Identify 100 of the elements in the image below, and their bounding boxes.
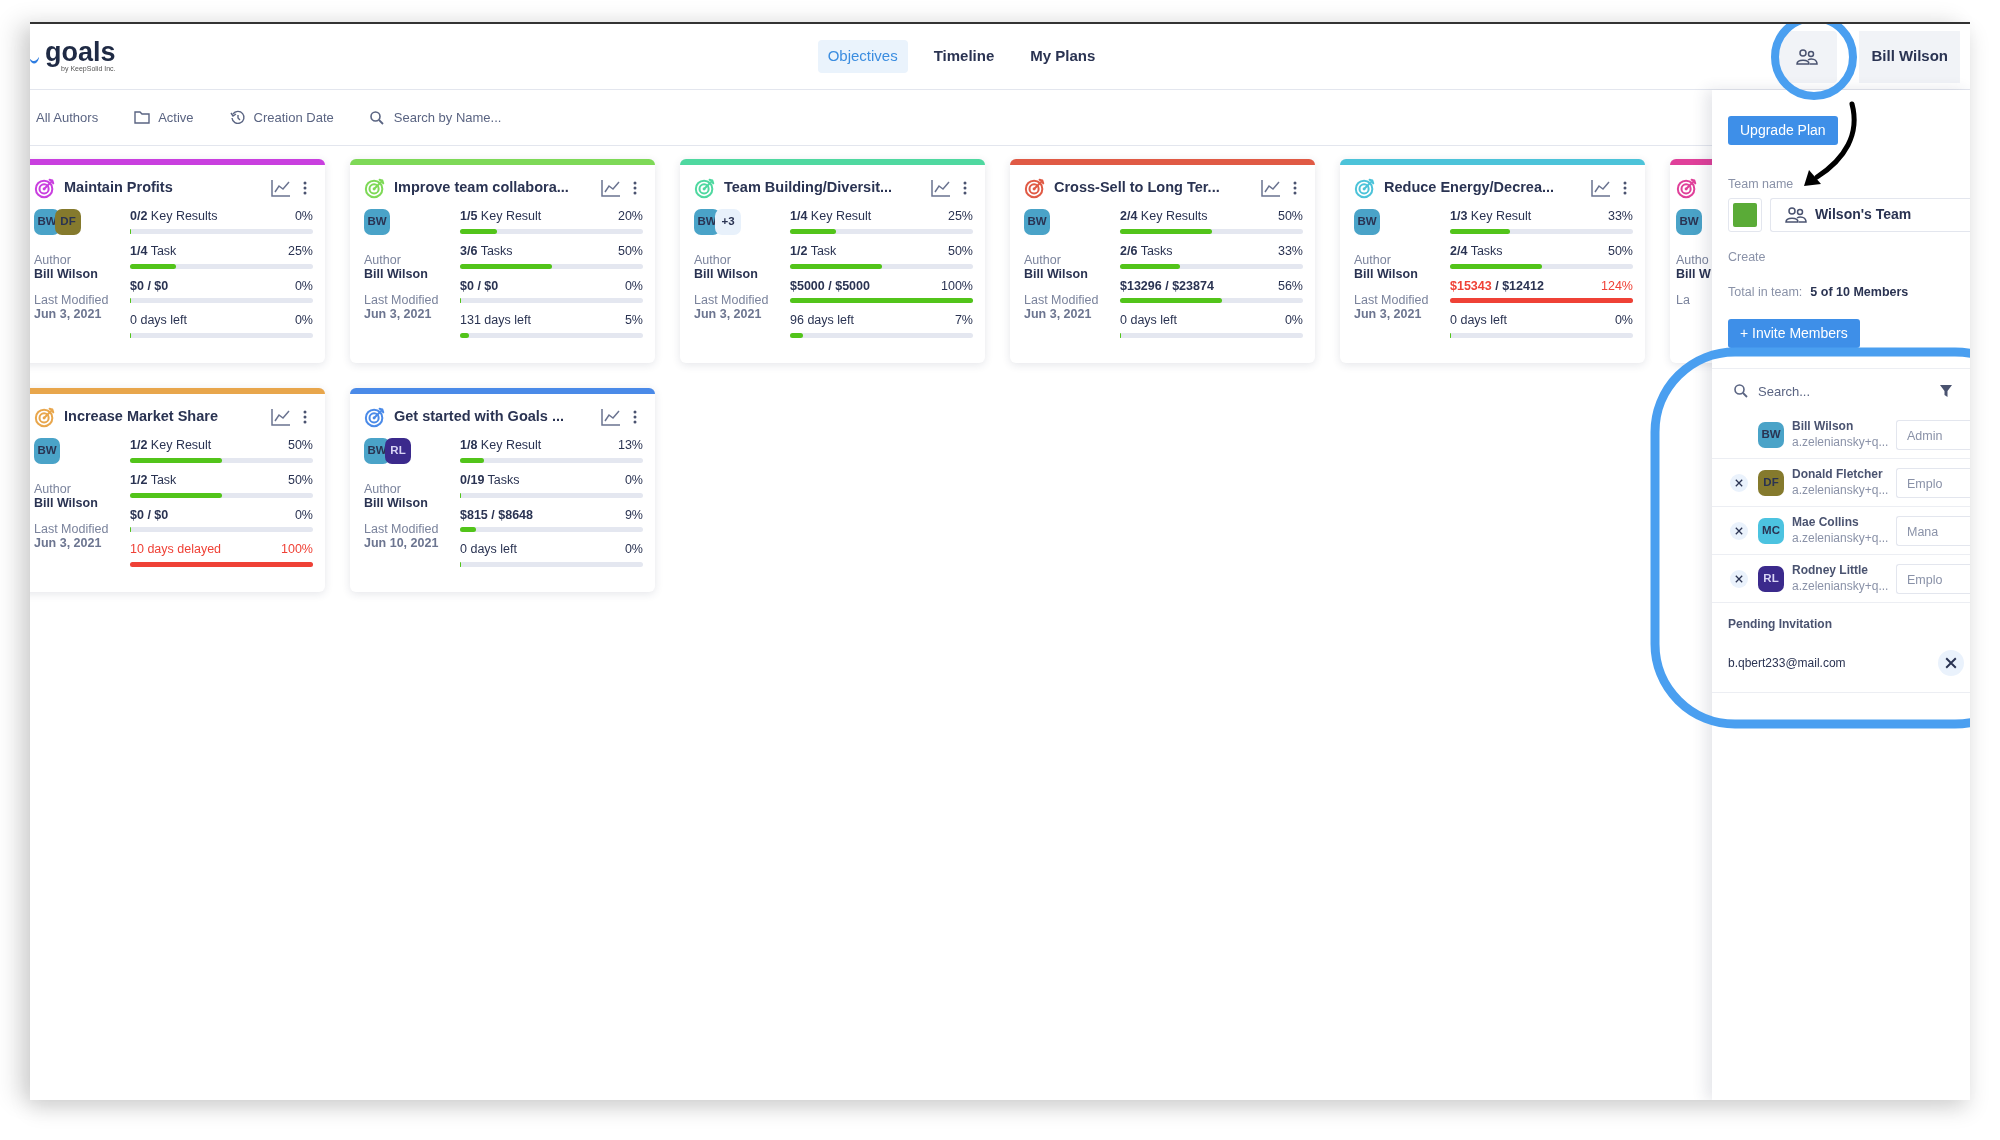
author-name: Bill Wilson (364, 496, 428, 511)
author-label: Author (1354, 253, 1391, 268)
metric-label: 0/2 Key Results (130, 208, 218, 225)
target-icon (694, 177, 716, 199)
chart-icon[interactable] (601, 179, 621, 197)
more-icon[interactable] (633, 181, 637, 195)
author-label: Author (364, 253, 401, 268)
remove-button[interactable] (1730, 569, 1748, 588)
filter-icon[interactable] (1940, 385, 1952, 398)
total-label: Total in team: (1728, 283, 1803, 301)
search-icon (1734, 384, 1748, 399)
chart-icon[interactable] (931, 179, 951, 197)
filter-option[interactable]: Active (158, 107, 194, 128)
target-icon (364, 406, 386, 428)
remove-button[interactable] (1730, 473, 1748, 492)
close-icon (1735, 574, 1743, 583)
remove-button[interactable] (1730, 521, 1748, 540)
close-icon (1945, 656, 1957, 669)
metric-percent: 33% (1277, 242, 1303, 260)
metric-label: 0/19 Tasks (460, 471, 520, 489)
member-count: 5 of 10 Members (1810, 283, 1909, 301)
more-icon[interactable] (303, 410, 307, 424)
author-name: Bill Wilson (694, 267, 758, 282)
metric-label: $15343 / $12412 (1450, 277, 1544, 295)
member-email: a.zeleniansky+q... (1792, 577, 1889, 595)
modified-date: Jun 3, 2021 (364, 307, 432, 322)
author-name: Bill Wilson (1354, 267, 1418, 282)
modified-label: La (1676, 292, 1690, 308)
modified-label: Last Modified (694, 292, 769, 308)
modified-date: Jun 3, 2021 (34, 536, 102, 551)
objective-title[interactable]: Increase Market Share (64, 406, 267, 428)
objective-title[interactable]: Improve team collabora... (394, 177, 597, 199)
metric-label: 1/5 Key Result (460, 208, 542, 225)
author-name: Bill W (1676, 267, 1711, 282)
chart-icon[interactable] (601, 408, 621, 426)
metric-percent: 0% (294, 277, 313, 295)
more-icon[interactable] (963, 181, 967, 195)
chart-icon[interactable] (271, 408, 291, 426)
objective-title[interactable]: Get started with Goals ... (394, 406, 597, 428)
metric-percent: 0% (624, 277, 643, 295)
metric-percent: 7% (954, 312, 973, 330)
modified-label: Last Modified (34, 521, 109, 537)
metric-percent: 13% (617, 437, 643, 454)
modified-label: Last Modified (1024, 292, 1099, 308)
more-icon[interactable] (1623, 181, 1627, 195)
avatar: BW (1354, 209, 1380, 235)
metric-percent: 0% (294, 208, 313, 225)
section-heading: Pending Invitation (1728, 616, 1833, 634)
metric-percent: 50% (1277, 208, 1303, 225)
team-button[interactable] (1777, 30, 1838, 83)
remove-button[interactable] (1938, 649, 1964, 676)
target-icon (1354, 177, 1376, 199)
member-name: Bill Wilson (1792, 418, 1854, 433)
nav-tab[interactable]: Timeline (923, 40, 1005, 73)
metric-percent: 25% (287, 242, 313, 260)
metric-label: 1/8 Key Result (460, 437, 542, 454)
filter-option[interactable]: All Authors (36, 107, 99, 128)
close-icon (1735, 526, 1743, 535)
team-name-field[interactable]: Wilson's Team (1770, 197, 1970, 232)
chart-icon[interactable] (1261, 179, 1281, 197)
folder-icon (134, 111, 151, 124)
metric-percent: 100% (281, 541, 313, 559)
modified-label: Last Modified (34, 292, 109, 308)
user-name[interactable]: Bill Wilson (1859, 30, 1960, 83)
more-icon[interactable] (303, 181, 307, 195)
author-label: Author (364, 482, 401, 497)
logo: goals (45, 38, 116, 66)
objective-title[interactable]: Team Building/Diversit... (724, 177, 927, 199)
metric-percent: 50% (287, 437, 313, 454)
more-icon[interactable] (1293, 181, 1297, 195)
logo-mark-icon (30, 57, 39, 66)
metric-label: 2/4 Tasks (1450, 242, 1503, 260)
metric-label: 0 days left (1120, 312, 1177, 330)
objective-title[interactable]: Reduce Energy/Decrea... (1384, 177, 1587, 199)
avatar: MC (1758, 517, 1784, 544)
filter-option[interactable]: Creation Date (253, 107, 334, 128)
objective-title[interactable]: Cross-Sell to Long Ter... (1054, 177, 1257, 199)
metric-label: 96 days left (790, 312, 854, 330)
author-label: Author (694, 253, 731, 268)
metric-label: $5000 / $5000 (790, 277, 870, 295)
metric-percent: 50% (287, 471, 313, 489)
metric-percent: 100% (941, 277, 973, 295)
metric-percent: 56% (1277, 277, 1303, 295)
color-swatch[interactable] (1728, 197, 1762, 232)
modified-date: Jun 3, 2021 (34, 307, 102, 322)
target-icon (364, 177, 386, 199)
metric-percent: 50% (1607, 242, 1633, 260)
objective-title[interactable]: Maintain Profits (64, 177, 267, 199)
chart-icon[interactable] (1591, 179, 1611, 197)
nav-tab[interactable]: My Plans (1020, 40, 1106, 73)
metric-percent: 50% (947, 242, 973, 260)
modified-date: Jun 3, 2021 (1024, 307, 1092, 322)
metric-label: 10 days delayed (130, 541, 222, 559)
metric-label: $815 / $8648 (460, 506, 533, 524)
member-name: Mae Collins (1792, 514, 1859, 529)
modified-date: Jun 3, 2021 (1354, 307, 1422, 322)
avatar: DF (55, 209, 81, 235)
created-label: Create (1728, 248, 1766, 266)
more-icon[interactable] (633, 410, 637, 424)
chart-icon[interactable] (271, 179, 291, 197)
